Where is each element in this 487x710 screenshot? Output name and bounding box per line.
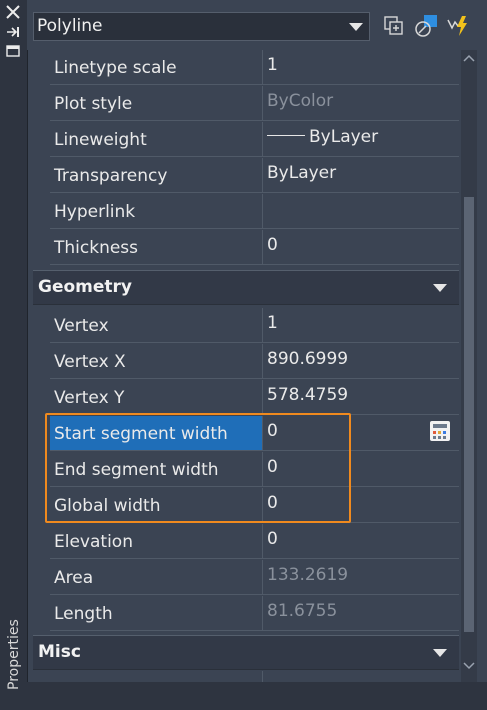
palette-bottom xyxy=(27,682,487,710)
property-label: Hyperlink xyxy=(54,202,136,222)
section-geometry[interactable]: Geometry xyxy=(33,270,459,305)
property-value[interactable]: 1 xyxy=(267,55,278,75)
select-objects-icon[interactable] xyxy=(414,14,438,38)
object-selector-bar: Polyline xyxy=(27,0,487,50)
property-row-plot-style[interactable]: Plot style ByColor xyxy=(33,86,459,122)
property-value[interactable]: 0 xyxy=(267,493,278,513)
property-value[interactable]: 578.4759 xyxy=(267,385,348,405)
property-grid: Linetype scale 1 Plot style ByColor Line… xyxy=(33,50,459,682)
property-value[interactable]: 0 xyxy=(267,235,278,255)
property-row-transparency[interactable]: Transparency ByLayer xyxy=(33,158,459,194)
property-row-area[interactable]: Area 133.2619 xyxy=(33,560,459,596)
chevron-down-icon xyxy=(433,284,447,292)
auto-hide-icon[interactable] xyxy=(3,24,23,40)
property-row-start-segment-width[interactable]: Start segment width 0 xyxy=(33,416,459,452)
property-value[interactable]: ByLayer xyxy=(267,127,378,147)
vertical-scrollbar[interactable] xyxy=(461,50,477,682)
scroll-down-icon[interactable] xyxy=(463,662,475,670)
property-label: Vertex X xyxy=(54,352,126,372)
property-row-lineweight[interactable]: Lineweight ByLayer xyxy=(33,122,459,158)
property-value[interactable]: 1 xyxy=(267,313,278,333)
property-label: Global width xyxy=(54,496,161,516)
property-value: ByColor xyxy=(267,91,334,111)
property-row-hyperlink[interactable]: Hyperlink xyxy=(33,194,459,230)
chevron-down-icon xyxy=(349,23,363,31)
property-label: Plot style xyxy=(54,94,133,114)
property-row-linetype-scale[interactable]: Linetype scale 1 xyxy=(33,50,459,86)
section-title: Geometry xyxy=(38,277,132,297)
palette-title-strip: Properties xyxy=(0,0,28,710)
property-value[interactable]: 890.6999 xyxy=(267,349,348,369)
property-label: Area xyxy=(54,568,94,588)
property-row-length[interactable]: Length 81.6755 xyxy=(33,596,459,632)
property-label: Transparency xyxy=(54,166,168,186)
property-value: 81.6755 xyxy=(267,601,338,621)
property-row-vertex-y[interactable]: Vertex Y 578.4759 xyxy=(33,380,459,416)
property-row-elevation[interactable]: Elevation 0 xyxy=(33,524,459,560)
property-label: Vertex Y xyxy=(54,388,125,408)
property-value[interactable]: 0 xyxy=(267,529,278,549)
toggle-pickadd-icon[interactable] xyxy=(382,14,406,38)
property-value[interactable]: ByLayer xyxy=(267,163,336,183)
property-label: Thickness xyxy=(54,238,139,258)
scroll-up-icon[interactable] xyxy=(463,54,475,62)
property-label: Elevation xyxy=(54,532,133,552)
lineweight-swatch xyxy=(267,134,305,136)
section-title: Misc xyxy=(38,642,81,662)
property-row-thickness[interactable]: Thickness 0 xyxy=(33,230,459,266)
palette-title: Properties xyxy=(6,619,22,690)
property-row-vertex-x[interactable]: Vertex X 890.6999 xyxy=(33,344,459,380)
object-type-dropdown[interactable]: Polyline xyxy=(33,12,370,41)
property-label: End segment width xyxy=(54,460,219,480)
property-row-vertex[interactable]: Vertex 1 xyxy=(33,308,459,344)
property-value[interactable]: 0 xyxy=(267,421,278,441)
property-label: Length xyxy=(54,604,113,624)
property-value[interactable]: 0 xyxy=(267,457,278,477)
properties-menu-icon[interactable] xyxy=(3,43,23,59)
property-label: Linetype scale xyxy=(54,58,177,78)
property-row-end-segment-width[interactable]: End segment width 0 xyxy=(33,452,459,488)
property-row-misc-partial xyxy=(33,671,459,682)
property-label: Start segment width xyxy=(54,424,228,444)
quick-calculator-icon[interactable] xyxy=(429,420,451,442)
lineweight-value: ByLayer xyxy=(309,127,379,147)
scrollbar-thumb[interactable] xyxy=(464,197,474,632)
section-misc[interactable]: Misc xyxy=(33,635,459,670)
property-label: Vertex xyxy=(54,316,109,336)
chevron-down-icon xyxy=(433,649,447,657)
property-row-global-width[interactable]: Global width 0 xyxy=(33,488,459,524)
property-value: 133.2619 xyxy=(267,565,349,585)
object-type-value: Polyline xyxy=(37,16,103,36)
quick-select-icon[interactable] xyxy=(446,14,470,38)
property-label: Lineweight xyxy=(54,130,147,150)
close-icon[interactable] xyxy=(3,4,23,20)
